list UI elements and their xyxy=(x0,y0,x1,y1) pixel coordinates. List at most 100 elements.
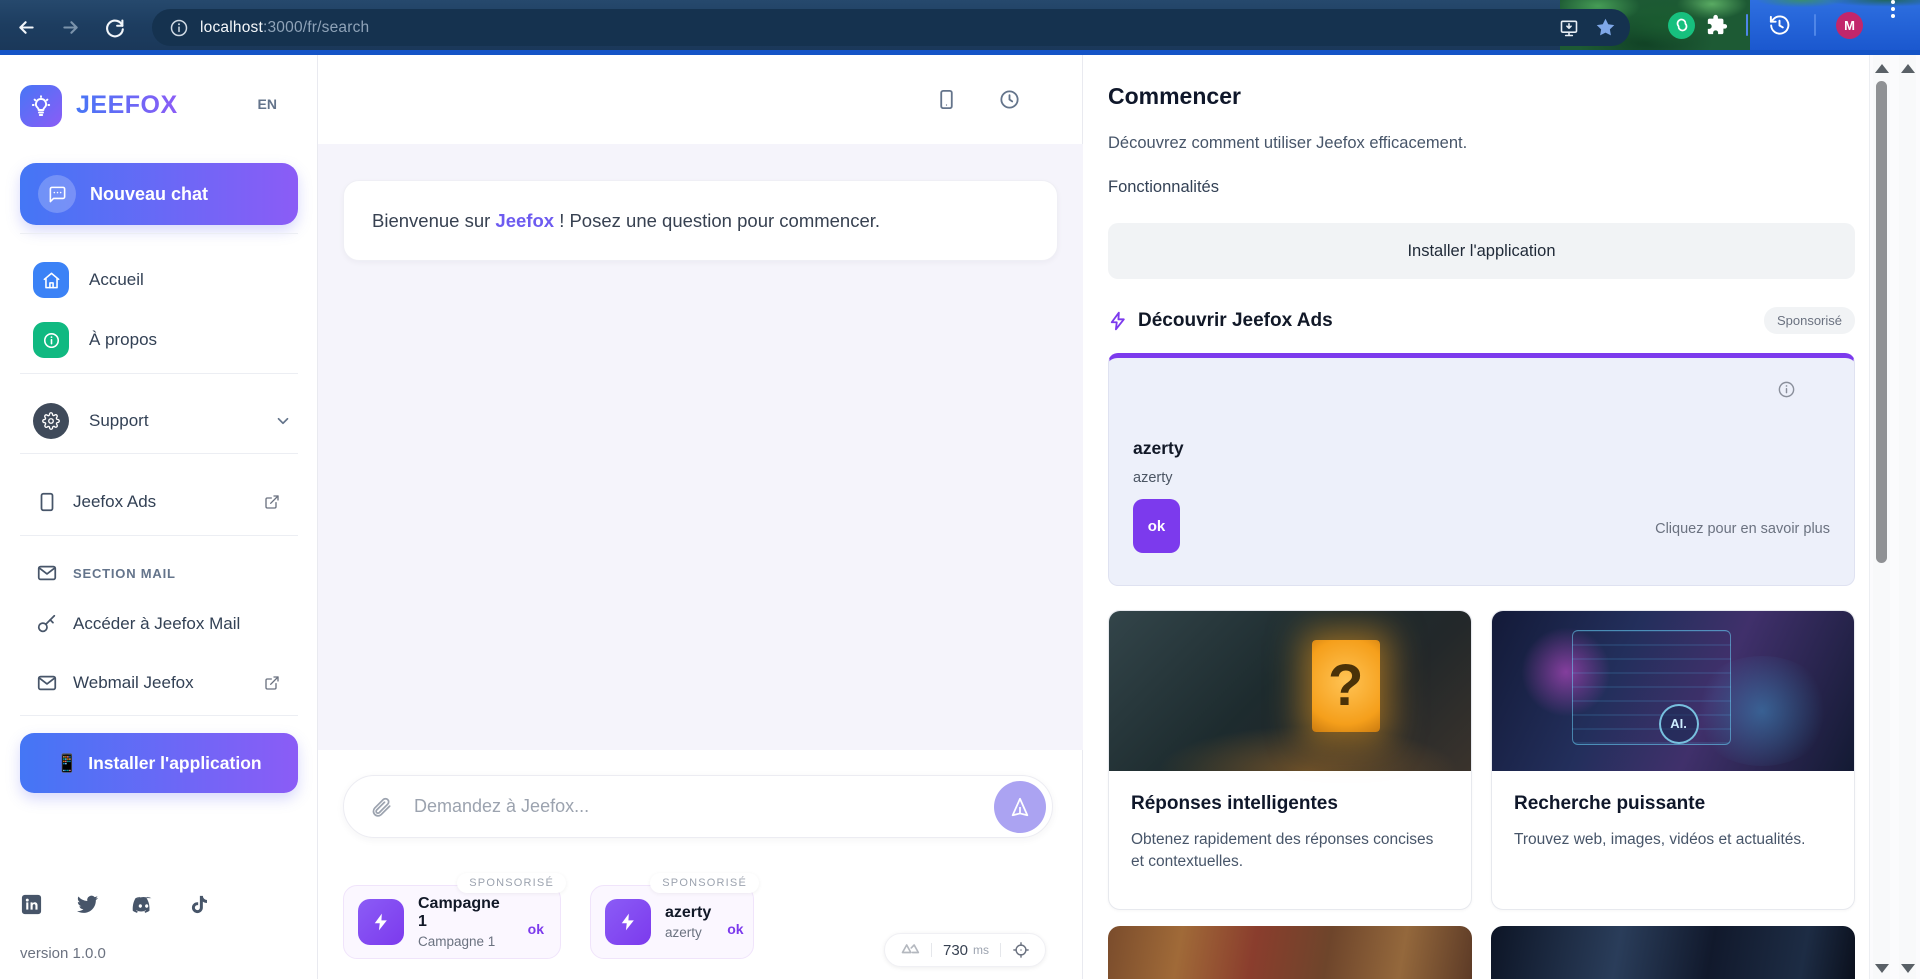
address-bar[interactable]: localhost:3000/fr/search xyxy=(152,9,1630,46)
latency-indicator: 730 ms xyxy=(884,933,1047,967)
feature-card-reponses[interactable]: ? Réponses intelligentes Obtenez rapidem… xyxy=(1108,610,1472,910)
crosshair-icon[interactable] xyxy=(1012,941,1030,959)
ai-badge: AI. xyxy=(1658,703,1699,744)
sidebar-item-apropos[interactable]: À propos xyxy=(20,318,298,362)
scroll-up-arrow[interactable] xyxy=(1875,64,1889,73)
forward-button[interactable] xyxy=(56,13,84,41)
bolt-icon xyxy=(358,899,404,945)
ad-more-label: Cliquez pour en savoir plus xyxy=(1655,521,1830,537)
language-switch[interactable]: EN xyxy=(258,96,277,112)
features-label: Fonctionnalités xyxy=(1108,178,1219,196)
sponsored-badge: SPONSORISÉ xyxy=(650,873,759,893)
scrollbar-thumb[interactable] xyxy=(1876,81,1887,563)
new-chat-label: Nouveau chat xyxy=(90,183,209,204)
ad-subtitle: azerty xyxy=(1133,470,1173,486)
profile-avatar[interactable]: M xyxy=(1836,0,1863,50)
panel-subtitle: Découvrez comment utiliser Jeefox effica… xyxy=(1108,134,1468,152)
new-chat-button[interactable]: Nouveau chat xyxy=(20,163,298,225)
sidebar-item-label: Webmail Jeefox xyxy=(73,673,194,692)
chat-input[interactable] xyxy=(412,795,994,818)
send-button[interactable] xyxy=(994,780,1046,833)
ad-action-button[interactable]: ok xyxy=(1133,499,1180,553)
feature-desc: Obtenez rapidement des réponses concises… xyxy=(1131,831,1434,871)
social-links xyxy=(20,893,211,916)
divider xyxy=(20,453,298,454)
scroll-down-arrow[interactable] xyxy=(1875,964,1889,973)
feature-title: Recherche puissante xyxy=(1514,793,1706,814)
divider xyxy=(20,373,298,374)
bookmark-star-icon[interactable] xyxy=(1595,17,1616,38)
extension-green-icon[interactable] xyxy=(1668,0,1695,50)
discord-icon[interactable] xyxy=(132,893,155,916)
window-scrollbar[interactable] xyxy=(1899,55,1916,979)
brand-name: JEEFOX xyxy=(76,91,178,119)
install-app-button[interactable]: 📱 Installer l'application xyxy=(20,733,298,793)
chip-subtitle: Campagne 1 xyxy=(418,934,496,949)
welcome-prefix: Bienvenue sur xyxy=(372,209,491,231)
inner-scrollbar[interactable] xyxy=(1873,55,1890,979)
linkedin-icon[interactable] xyxy=(20,893,43,916)
welcome-brand: Jeefox xyxy=(495,209,555,231)
twitter-icon[interactable] xyxy=(76,893,99,916)
mobile-icon[interactable] xyxy=(935,88,958,111)
toolbar-separator xyxy=(1814,14,1816,36)
info-icon[interactable] xyxy=(1777,380,1796,399)
chip-title: Campagne 1 xyxy=(418,895,500,930)
lightbulb-icon xyxy=(31,95,51,116)
gear-icon xyxy=(33,403,69,439)
brand-logo[interactable] xyxy=(20,85,62,127)
chat-header xyxy=(318,55,1083,144)
home-icon xyxy=(33,262,69,298)
document-icon xyxy=(36,491,58,513)
screen: localhost:3000/fr/search M JEEFOX EN Nou… xyxy=(0,0,1920,979)
site-info-icon[interactable] xyxy=(169,18,189,38)
divider xyxy=(20,233,298,234)
back-button[interactable] xyxy=(12,13,40,41)
version-label: version 1.0.0 xyxy=(20,945,106,962)
scroll-up-arrow[interactable] xyxy=(1901,64,1915,73)
install-app-label: Installer l'application xyxy=(88,752,262,773)
phone-icon: 📱 xyxy=(56,752,79,773)
sidebar-item-jeefox-ads[interactable]: Jeefox Ads xyxy=(20,480,298,524)
mail-section-label: SECTION MAIL xyxy=(73,565,176,581)
sidebar-item-support[interactable]: Support xyxy=(20,399,298,443)
external-link-icon xyxy=(264,494,280,510)
ads-section-header: Découvrir Jeefox Ads Sponsorisé xyxy=(1108,307,1855,334)
sponsored-ad-card[interactable]: azerty azerty ok Cliquez pour en savoir … xyxy=(1108,353,1855,586)
sidebar-item-label: Accéder à Jeefox Mail xyxy=(73,614,241,633)
toolbar-separator xyxy=(1746,14,1748,36)
sidebar-item-accueil[interactable]: Accueil xyxy=(20,258,298,302)
feature-image: ? xyxy=(1109,611,1471,771)
attachment-icon[interactable] xyxy=(370,796,392,818)
browser-menu-icon[interactable] xyxy=(1891,0,1895,50)
install-app-panel-button[interactable]: Installer l'application xyxy=(1108,223,1855,279)
sidebar-item-label: Jeefox Ads xyxy=(73,492,157,511)
feature-card-recherche[interactable]: AI. Recherche puissante Trouvez web, ima… xyxy=(1491,610,1855,910)
envelope-icon xyxy=(36,562,58,584)
reload-button[interactable] xyxy=(100,13,128,41)
scroll-down-arrow[interactable] xyxy=(1901,964,1915,973)
sponsored-badge: SPONSORISÉ xyxy=(457,873,566,893)
sidebar-item-webmail[interactable]: Webmail Jeefox xyxy=(20,661,298,705)
feature-image: AI. xyxy=(1492,611,1854,771)
avatar-initial: M xyxy=(1836,11,1863,39)
tiktok-icon[interactable] xyxy=(188,893,211,916)
feature-card-partial[interactable] xyxy=(1108,926,1472,979)
chip-action[interactable]: ok xyxy=(727,921,743,937)
url-text[interactable]: localhost:3000/fr/search xyxy=(200,19,369,37)
divider xyxy=(1000,943,1002,957)
sponsored-chip[interactable]: SPONSORISÉ Campagne 1 Campagne 1 ok xyxy=(343,873,566,959)
chip-action[interactable]: ok xyxy=(528,921,544,937)
extensions-puzzle-icon[interactable] xyxy=(1706,0,1728,50)
key-icon xyxy=(36,613,58,635)
bolt-icon xyxy=(605,899,651,945)
sponsored-chip[interactable]: SPONSORISÉ azerty azerty ok xyxy=(590,873,759,959)
install-site-icon[interactable] xyxy=(1559,18,1579,38)
url-host: localhost xyxy=(200,18,263,36)
chat-area: Bienvenue sur Jeefox ! Posez une questio… xyxy=(318,144,1083,750)
sidebar-item-mail-access[interactable]: Accéder à Jeefox Mail xyxy=(20,602,298,646)
clock-icon[interactable] xyxy=(998,88,1021,111)
feature-card-partial[interactable] xyxy=(1491,926,1855,979)
url-path: :3000/fr/search xyxy=(262,18,370,36)
history-icon[interactable] xyxy=(1768,0,1791,50)
